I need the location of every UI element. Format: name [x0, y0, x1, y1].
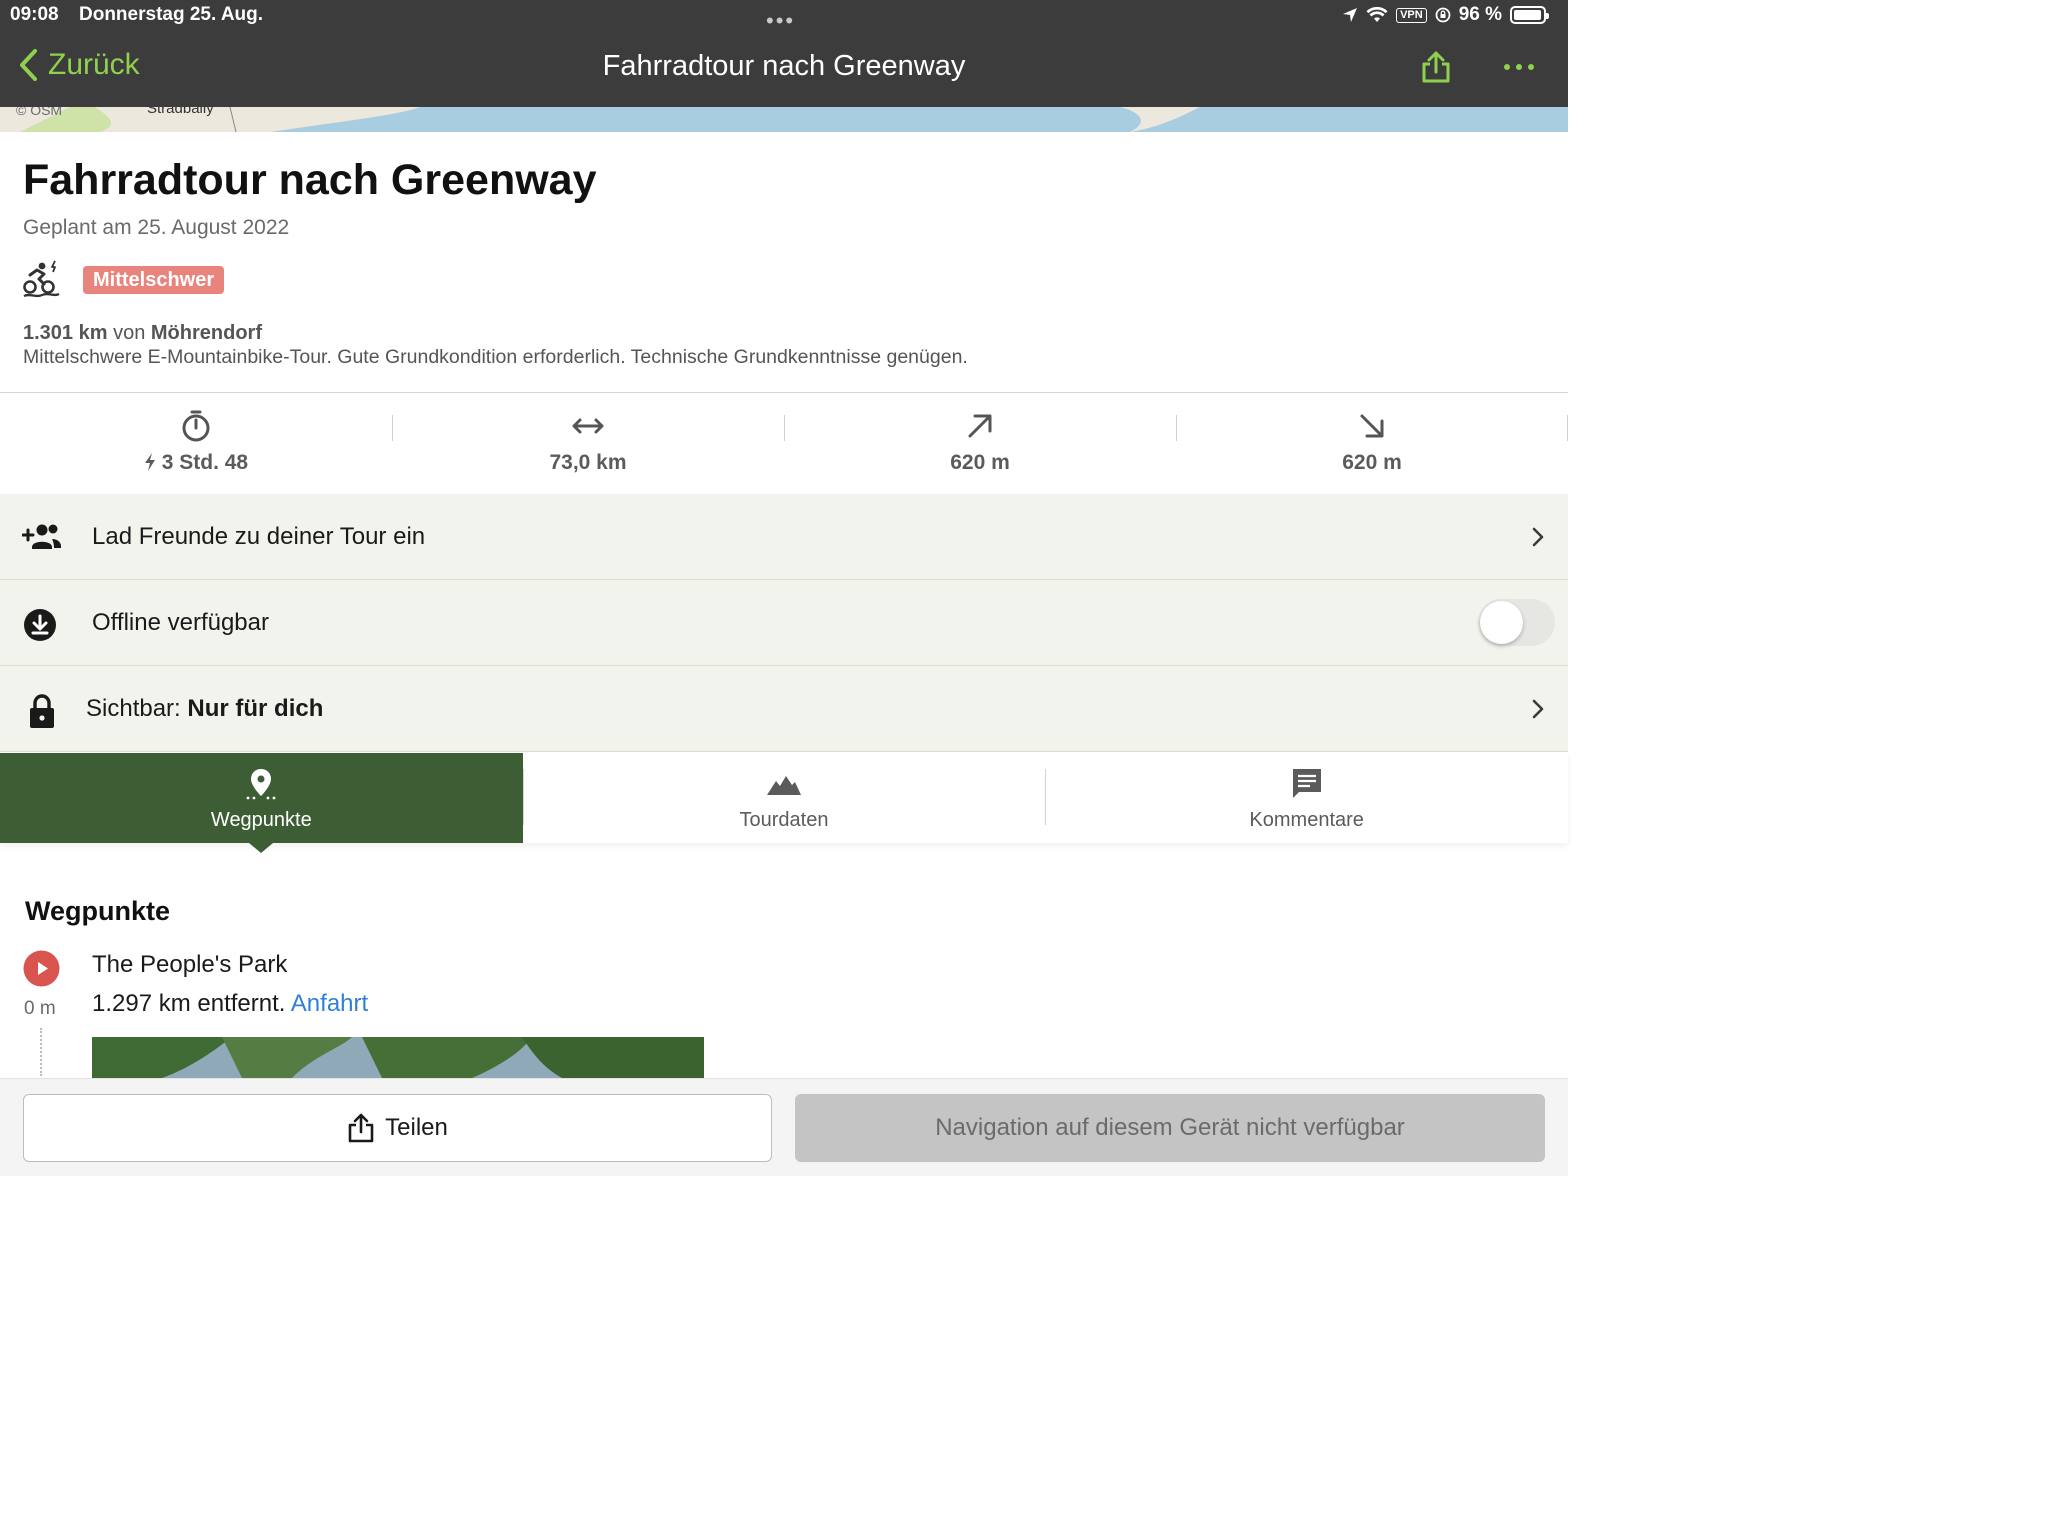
waypoints-heading: Wegpunkte — [25, 896, 171, 926]
map-place-label: Stradbally — [147, 107, 214, 117]
more-options-button[interactable] — [1502, 52, 1536, 87]
map-land-shape — [0, 107, 1200, 132]
share-icon — [1422, 51, 1450, 83]
tab-kommentare-label: Kommentare — [1249, 809, 1364, 831]
tour-planned-date: Geplant am 25. August 2022 — [23, 216, 290, 239]
detail-tabs: Wegpunkte Tourdaten Kommentare — [0, 753, 1568, 853]
photo-foliage-shape — [92, 1037, 704, 1078]
tour-stats: 3 Std. 48 73,0 km 620 m 620 m — [0, 393, 1568, 494]
stat-distance: 73,0 km — [392, 393, 784, 494]
vpn-badge: VPN — [1396, 7, 1427, 23]
visibility-prefix: Sichtbar: — [86, 695, 181, 722]
difficulty-badge: Mittelschwer — [83, 266, 225, 294]
status-indicators: VPN 96 % — [1342, 4, 1549, 26]
directions-link[interactable]: Anfahrt — [291, 990, 368, 1017]
offline-toggle[interactable] — [1478, 599, 1555, 646]
tab-kommentare[interactable]: Kommentare — [1045, 753, 1568, 843]
map-preview[interactable]: © OSM Stradbally — [0, 107, 1568, 132]
share-button[interactable] — [1420, 50, 1452, 89]
map-pin-icon — [246, 769, 276, 800]
tour-description: Mittelschwere E-Mountainbike-Tour. Gute … — [23, 346, 968, 368]
mountains-icon — [767, 776, 801, 795]
visibility-label: Sichtbar: Nur für dich — [86, 695, 323, 723]
tour-title: Fahrradtour nach Greenway — [23, 156, 597, 204]
top-bar: 09:08 Donnerstag 25. Aug. ••• VPN 96 % Z… — [0, 0, 1568, 107]
e-mountainbike-icon — [22, 260, 60, 303]
share-tour-button[interactable]: Teilen — [23, 1094, 772, 1162]
status-time: 09:08 — [10, 4, 59, 25]
more-dots-icon — [1504, 64, 1534, 70]
waypoint-offset: 0 m — [24, 998, 56, 1019]
tab-tourdaten-label: Tourdaten — [739, 809, 829, 831]
stopwatch-icon — [182, 410, 210, 442]
stat-ascent-value: 620 m — [950, 451, 1010, 474]
offline-available-label: Offline verfügbar — [92, 609, 269, 636]
battery-icon — [1510, 6, 1549, 24]
electric-bolt-icon — [144, 453, 155, 471]
nav-title: Fahrradtour nach Greenway — [602, 50, 966, 82]
comment-icon — [1292, 769, 1321, 798]
navigation-button-disabled: Navigation auf diesem Gerät nicht verfüg… — [795, 1094, 1545, 1162]
horizontal-arrows-icon — [572, 418, 604, 434]
multitasking-dots-icon[interactable]: ••• — [766, 8, 795, 34]
arrow-down-right-icon — [1360, 414, 1384, 438]
chevron-right-icon — [1532, 699, 1544, 719]
battery-percent: 96 % — [1458, 4, 1502, 25]
waypoint-distance-text: 1.297 km entfernt. — [92, 990, 286, 1017]
waypoint-photo[interactable] — [92, 1037, 704, 1078]
start-place: Möhrendorf — [150, 322, 262, 344]
waypoint-connector — [40, 1028, 42, 1076]
stat-distance-value: 73,0 km — [549, 451, 627, 474]
stat-descent-value: 620 m — [1342, 451, 1402, 474]
wifi-icon — [1366, 7, 1388, 22]
visibility-value: Nur für dich — [187, 695, 324, 722]
bottom-action-bar: Teilen Navigation auf diesem Gerät nicht… — [0, 1078, 1568, 1176]
map-attribution: © OSM — [16, 107, 63, 118]
invite-friends-label: Lad Freunde zu deiner Tour ein — [92, 523, 426, 550]
offline-available-row: Offline verfügbar — [0, 580, 1568, 666]
visibility-row[interactable]: Sichtbar: Nur für dich — [0, 666, 1568, 752]
tab-tourdaten[interactable]: Tourdaten — [522, 753, 1046, 843]
waypoint-distance: 1.297 km entfernt. Anfahrt — [92, 990, 368, 1018]
share-tour-label: Teilen — [385, 1114, 448, 1141]
stat-duration-value: 3 Std. 48 — [161, 451, 249, 474]
from-word: von — [113, 322, 146, 344]
rotation-lock-icon — [1435, 7, 1451, 23]
tab-wegpunkte[interactable]: Wegpunkte — [0, 753, 523, 853]
invite-friends-row[interactable]: Lad Freunde zu deiner Tour ein — [0, 494, 1568, 580]
navigation-unavailable-label: Navigation auf diesem Gerät nicht verfüg… — [935, 1114, 1405, 1141]
distance-away: 1.301 km — [23, 322, 108, 344]
toggle-knob — [1480, 601, 1523, 644]
download-circle-icon — [24, 609, 56, 641]
stat-duration: 3 Std. 48 — [0, 393, 392, 494]
tour-distance-from: 1.301 km von Möhrendorf — [23, 322, 262, 345]
tab-wegpunkte-label: Wegpunkte — [210, 809, 312, 831]
add-friends-icon — [22, 524, 61, 549]
chevron-right-icon — [1532, 527, 1544, 547]
arrow-up-right-icon — [968, 414, 992, 438]
play-start-icon — [23, 950, 60, 987]
stat-descent: 620 m — [1176, 393, 1568, 494]
location-arrow-icon — [1343, 8, 1358, 22]
status-date: Donnerstag 25. Aug. — [79, 4, 264, 25]
lock-icon — [30, 694, 54, 728]
stat-ascent: 620 m — [784, 393, 1176, 494]
waypoint-name: The People's Park — [92, 951, 288, 978]
share-icon — [348, 1113, 374, 1143]
